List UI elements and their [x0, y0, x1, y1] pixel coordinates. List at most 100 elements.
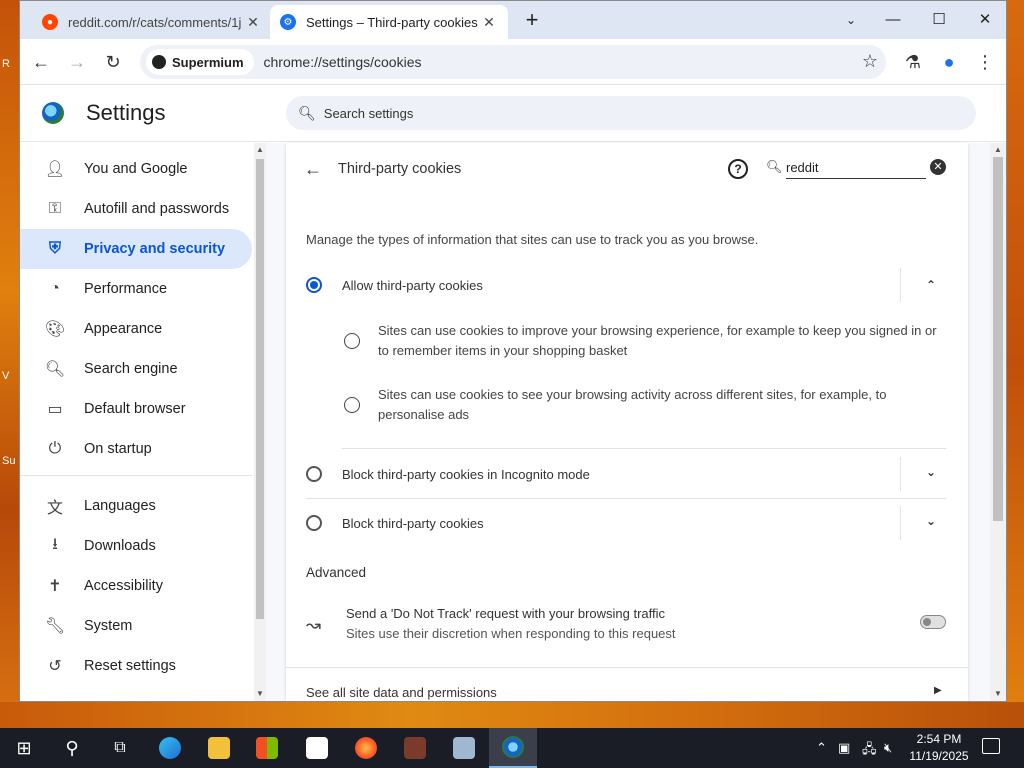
sidebar-item-you-and-google[interactable]: 👤︎ You and Google [20, 149, 252, 189]
desktop-icon-label[interactable]: Su [2, 455, 15, 467]
person-icon: 👤︎ [44, 161, 66, 178]
maximize-button[interactable]: ☐ [924, 7, 954, 33]
taskbar-app-image-viewer[interactable] [440, 728, 488, 768]
firefox-icon [355, 737, 377, 759]
clear-search-icon[interactable]: ✕ [930, 159, 946, 175]
sidebar-item-appearance[interactable]: 🎨︎ Appearance [20, 309, 252, 349]
supermium-icon [502, 736, 524, 758]
desktop-icon-label[interactable]: V [2, 370, 9, 382]
sidebar-item-downloads[interactable]: ⭳ Downloads [20, 526, 252, 566]
taskbar-mail[interactable] [293, 728, 341, 768]
cookie-icon [344, 333, 360, 349]
sidebar-item-accessibility[interactable]: ✝ Accessibility [20, 566, 252, 606]
taskbar-firefox[interactable] [342, 728, 390, 768]
card-search-value[interactable]: reddit [786, 160, 926, 179]
taskbar-file-explorer[interactable] [195, 728, 243, 768]
sidebar-item-on-startup[interactable]: ⏻ On startup [20, 429, 252, 469]
option-label[interactable]: Allow third-party cookies [342, 278, 483, 293]
new-tab-button[interactable]: + [520, 9, 544, 33]
radio-block-incognito[interactable] [306, 466, 322, 482]
forward-button[interactable]: → [64, 49, 90, 75]
photo-app-icon [404, 737, 426, 759]
see-all-site-data-link[interactable]: See all site data and permissions [306, 685, 497, 700]
sidebar-scrollbar[interactable]: ▲ ▼ [254, 143, 266, 701]
address-bar[interactable]: Supermium chrome://settings/cookies ☆ [140, 45, 886, 79]
sidebar-item-reset-settings[interactable]: ↺ Reset settings [20, 646, 252, 686]
scroll-up-arrow-icon[interactable]: ▲ [254, 145, 266, 154]
power-icon: ⏻ [48, 440, 62, 457]
help-icon[interactable]: ? [728, 159, 748, 179]
close-tab-icon[interactable]: ✕ [244, 14, 262, 31]
tab-search-button[interactable]: ⌄ [836, 7, 866, 33]
reload-button[interactable]: ↻ [100, 49, 126, 75]
back-arrow-icon[interactable]: ← [304, 159, 322, 180]
sidebar-item-label: Autofill and passwords [84, 201, 230, 217]
scrollbar-thumb[interactable] [993, 157, 1003, 521]
cookies-settings-card: ← Third-party cookies ? 🔍︎ reddit ✕ Mana… [286, 143, 968, 701]
browser-window-icon: ▭ [47, 401, 63, 418]
card-header: ← Third-party cookies ? 🔍︎ reddit ✕ [286, 143, 968, 195]
taskbar-clock[interactable]: 2:54 PM 11/19/2025 [906, 731, 972, 765]
search-icon: ⚲ [65, 737, 79, 758]
sidebar-item-default-browser[interactable]: ▭ Default browser [20, 389, 252, 429]
close-tab-icon[interactable]: ✕ [480, 14, 498, 31]
url-text[interactable]: chrome://settings/cookies [264, 54, 422, 70]
task-view-button[interactable]: ⧉ [96, 728, 144, 768]
meet-now-icon[interactable]: ▣ [838, 740, 850, 756]
scroll-down-arrow-icon[interactable]: ▼ [990, 689, 1006, 698]
start-button[interactable]: ⊞ [0, 728, 48, 768]
chevron-down-icon[interactable]: ⌄ [926, 465, 936, 479]
notifications-icon[interactable] [982, 738, 1000, 754]
search-settings-input[interactable]: 🔍︎ Search settings [286, 96, 976, 130]
sidebar-item-privacy[interactable]: ⛨ Privacy and security [20, 229, 252, 269]
chevron-up-icon[interactable]: ⌃ [926, 278, 936, 292]
option-label[interactable]: Block third-party cookies in Incognito m… [342, 467, 590, 482]
sidebar-item-languages[interactable]: 文 Languages [20, 486, 252, 526]
close-window-button[interactable]: ✕ [970, 7, 1000, 33]
taskbar-edge[interactable] [146, 728, 194, 768]
tab-reddit[interactable]: ● reddit.com/r/cats/comments/1j ✕ [32, 5, 272, 39]
desktop-wallpaper-bottom [0, 702, 1024, 728]
chevron-right-icon[interactable]: ▶ [934, 685, 942, 696]
volume-muted-icon[interactable]: 🔇︎ [884, 740, 892, 756]
taskbar-search-button[interactable]: ⚲ [48, 728, 96, 768]
download-icon: ⭳ [52, 535, 58, 553]
dnt-subtitle: Sites use their discretion when respondi… [346, 626, 676, 641]
labs-flask-icon[interactable]: ⚗ [900, 49, 926, 75]
sidebar-item-label: Languages [84, 498, 156, 514]
taskbar-store[interactable] [243, 728, 291, 768]
tab-settings[interactable]: ⚙ Settings – Third-party cookies ✕ [270, 5, 508, 39]
clock-date: 11/19/2025 [909, 749, 969, 763]
taskbar-app-photo[interactable] [391, 728, 439, 768]
site-info-chip[interactable]: Supermium [146, 49, 254, 75]
tab-title: reddit.com/r/cats/comments/1j [68, 14, 242, 30]
site-info-icon [152, 55, 166, 69]
chevron-down-icon[interactable]: ⌄ [926, 514, 936, 528]
sidebar-item-search-engine[interactable]: 🔍︎ Search engine [20, 349, 252, 389]
scroll-down-arrow-icon[interactable]: ▼ [254, 689, 266, 698]
minimize-button[interactable]: — [878, 7, 908, 33]
key-icon: ⚿ [48, 200, 62, 217]
clock-time: 2:54 PM [916, 732, 962, 746]
sidebar-item-performance[interactable]: ◔ Performance [20, 269, 252, 309]
bookmark-star-icon[interactable]: ☆ [862, 51, 878, 72]
sidebar-item-label: Appearance [84, 321, 163, 337]
radio-block-third-party[interactable] [306, 515, 322, 531]
desktop-icon-label[interactable]: R [2, 58, 10, 70]
profile-avatar-icon[interactable]: ● [936, 49, 962, 75]
content-scrollbar[interactable]: ▲ ▼ [990, 143, 1006, 701]
radio-allow-third-party[interactable] [306, 277, 322, 293]
taskbar-supermium[interactable] [489, 728, 537, 768]
do-not-track-toggle[interactable] [920, 615, 946, 629]
show-hidden-icons-icon[interactable]: ⌃ [816, 740, 827, 756]
menu-kebab-icon[interactable]: ⋮ [972, 49, 998, 75]
scroll-up-arrow-icon[interactable]: ▲ [990, 145, 1006, 154]
scrollbar-thumb[interactable] [256, 159, 264, 619]
option-label[interactable]: Block third-party cookies [342, 516, 484, 531]
back-button[interactable]: ← [28, 49, 54, 75]
speedometer-icon: ◔ [50, 280, 60, 297]
network-icon[interactable]: 🖧︎ [862, 740, 877, 762]
sidebar-item-system[interactable]: 🔧︎ System [20, 606, 252, 646]
card-search-field[interactable]: 🔍︎ reddit ✕ [766, 157, 946, 181]
sidebar-item-autofill[interactable]: ⚿ Autofill and passwords [20, 189, 252, 229]
